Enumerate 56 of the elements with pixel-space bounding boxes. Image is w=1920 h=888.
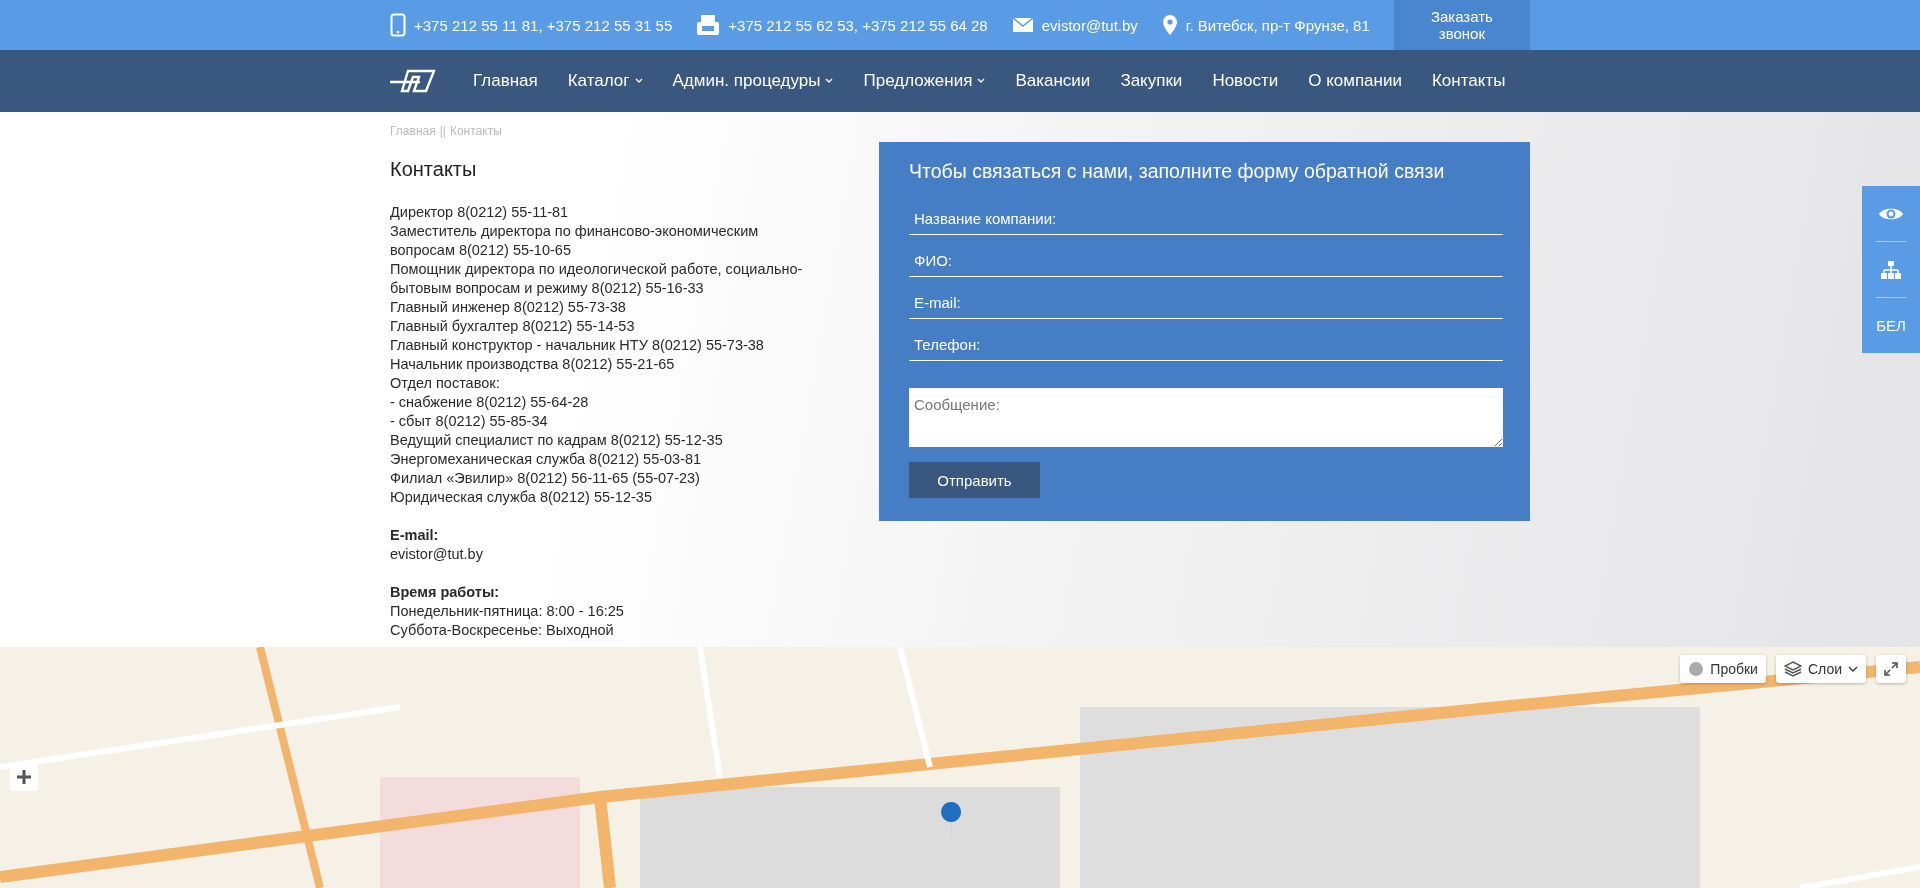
nav-link[interactable]: Каталог xyxy=(552,71,658,91)
input-field[interactable]: Название компании: xyxy=(909,193,1503,235)
contact-line: Отдел поставок: xyxy=(390,374,501,393)
form-title: Чтобы связаться с нами, заполните форму обратной связи xyxy=(909,160,1446,183)
layers-icon xyxy=(1783,661,1802,677)
nav-link[interactable]: Предложения xyxy=(848,71,1001,91)
expand-icon xyxy=(1884,662,1898,676)
hours-label: Время работы: xyxy=(390,583,501,602)
fax-icon xyxy=(696,14,721,36)
input-field[interactable]: ФИО: xyxy=(909,235,1503,277)
chevron-icon xyxy=(1848,666,1858,672)
contact-text: +375 212 55 11 81, +375 212 55 31 55 xyxy=(414,16,673,34)
hours-line: Понедельник-пятница: 8:00 - 16:25 xyxy=(390,602,625,621)
phone-icon xyxy=(390,13,406,37)
nav-link[interactable]: Вакансии xyxy=(1000,71,1106,91)
nav-link[interactable]: Новости xyxy=(1197,71,1294,91)
hours-line: Суббота-Воскресенье: Выходной xyxy=(390,621,615,640)
contact-line: Директор 8(0212) 55-11-81 xyxy=(390,203,570,222)
nav-link[interactable]: Контакты xyxy=(1416,71,1521,91)
sitemap-icon[interactable] xyxy=(1881,260,1901,279)
contact-text: +375 212 55 62 53, +375 212 55 64 28 xyxy=(728,16,988,34)
logo-icon[interactable] xyxy=(390,68,436,94)
callback-button[interactable]: Заказать звонок xyxy=(1393,0,1530,50)
message-field[interactable]: Сообщение: xyxy=(909,388,1503,447)
contact-line: Заместитель директора по финансово-экономическим вопросам 8(0212) 55-10-65 xyxy=(390,222,760,260)
fullscreen-button[interactable] xyxy=(1876,655,1906,683)
nav-link[interactable]: О компании xyxy=(1293,71,1417,91)
nav-link[interactable]: Главная xyxy=(458,71,553,91)
email-text: evistor@tut.by xyxy=(390,545,484,564)
contact-text: evistor@tut.by xyxy=(1041,16,1138,34)
contact-line: - сбыт 8(0212) 55-85-34 xyxy=(390,412,549,431)
contact-line: Помощник директора по идеологической работе, социально-бытовым вопросам и режиму 8(0212) 55-16-33 xyxy=(390,260,804,298)
input-field[interactable]: Телефон: xyxy=(909,319,1503,361)
nav-link[interactable]: Админ. процедуры xyxy=(657,71,849,91)
contact-line: Главный конструктор - начальник НТУ 8(0212) 55-73-38 xyxy=(390,336,765,355)
zoom-in-icon[interactable] xyxy=(10,763,38,791)
contact-text: г. Витебск, пр-т Фрунзе, 81 xyxy=(1185,16,1370,34)
breadcrumb-separator: || xyxy=(439,124,446,138)
contact-line: Энергомеханическая служба 8(0212) 55-03-81 xyxy=(390,450,703,469)
contact-line: - снабжение 8(0212) 55-64-28 xyxy=(390,393,590,412)
contact-line: Главный инженер 8(0212) 55-73-38 xyxy=(390,298,627,317)
submit-button[interactable]: Отправить xyxy=(909,462,1040,498)
contact-line: Филиал «Эвилир» 8(0212) 56-11-65 (55-07-23) xyxy=(390,469,701,488)
layers-button[interactable]: Слои xyxy=(1775,655,1866,683)
contact-line: Юридическая служба 8(0212) 55-12-35 xyxy=(390,488,653,507)
contact-line: Ведущий специалист по кадрам 8(0212) 55-12-35 xyxy=(390,431,724,450)
envelope-icon xyxy=(1011,17,1034,33)
page-title: Контакты xyxy=(390,158,478,181)
nav-link[interactable]: Закупки xyxy=(1105,71,1198,91)
traffic-button[interactable]: Пробки xyxy=(1680,655,1766,683)
input-field[interactable]: E-mail: xyxy=(909,277,1503,319)
contact-line: Начальник производства 8(0212) 55-21-65 xyxy=(390,355,676,374)
contact-line: Главный бухгалтер 8(0212) 55-14-53 xyxy=(390,317,636,336)
email-label: E-mail: xyxy=(390,526,440,545)
traffic-icon xyxy=(1688,661,1705,677)
location-pin-icon xyxy=(1161,14,1178,36)
